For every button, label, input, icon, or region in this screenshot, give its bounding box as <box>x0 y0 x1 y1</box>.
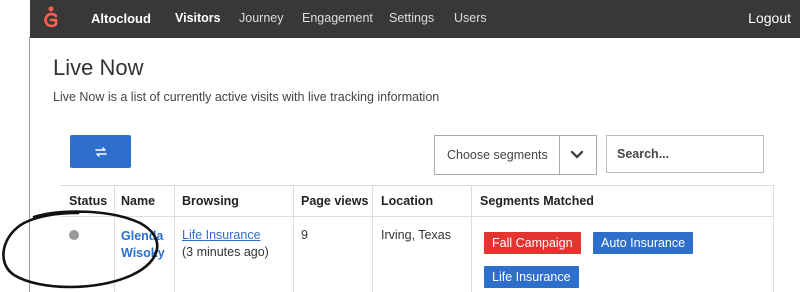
segment-badge-fall-campaign[interactable]: Fall Campaign <box>484 232 581 254</box>
brand-name[interactable]: Altocloud <box>91 11 151 26</box>
browsing-time: (3 minutes ago) <box>182 245 269 259</box>
nav-settings[interactable]: Settings <box>389 11 434 25</box>
column-header-location: Location <box>381 194 434 208</box>
column-header-page-views: Page views <box>301 194 369 208</box>
browsing-page-link[interactable]: Life Insurance <box>182 228 261 242</box>
segments-dropdown[interactable]: Choose segments <box>434 135 597 175</box>
column-divider <box>293 185 294 292</box>
nav-visitors[interactable]: Visitors <box>175 11 221 25</box>
refresh-button[interactable] <box>70 135 131 168</box>
nav-users[interactable]: Users <box>454 11 487 25</box>
page-views-value: 9 <box>301 228 308 242</box>
location-value: Irving, Texas <box>381 228 451 242</box>
column-header-browsing: Browsing <box>182 194 239 208</box>
segment-badge-auto-insurance[interactable]: Auto Insurance <box>593 232 694 254</box>
nav-engagement[interactable]: Engagement <box>302 11 373 25</box>
altocloud-logo-icon <box>44 6 58 28</box>
segments-dropdown-label: Choose segments <box>447 148 548 162</box>
column-divider <box>372 185 373 292</box>
page-subtitle: Live Now is a list of currently active v… <box>53 90 440 104</box>
column-divider <box>174 185 175 292</box>
segments-divider <box>559 136 560 174</box>
column-header-segments: Segments Matched <box>480 194 594 208</box>
refresh-icon <box>94 146 107 157</box>
hand-drawn-circle-annotation <box>2 210 159 289</box>
table-top-border <box>60 185 774 186</box>
top-navigation-bar: Altocloud Visitors Journey Engagement Se… <box>30 0 800 38</box>
column-divider <box>471 185 472 292</box>
search-input[interactable] <box>606 135 764 173</box>
page-title: Live Now <box>53 55 144 80</box>
chevron-down-icon <box>570 150 584 159</box>
segment-badge-life-insurance[interactable]: Life Insurance <box>484 266 579 288</box>
column-divider <box>773 185 774 292</box>
nav-journey[interactable]: Journey <box>239 11 283 25</box>
logout-link[interactable]: Logout <box>748 10 791 26</box>
